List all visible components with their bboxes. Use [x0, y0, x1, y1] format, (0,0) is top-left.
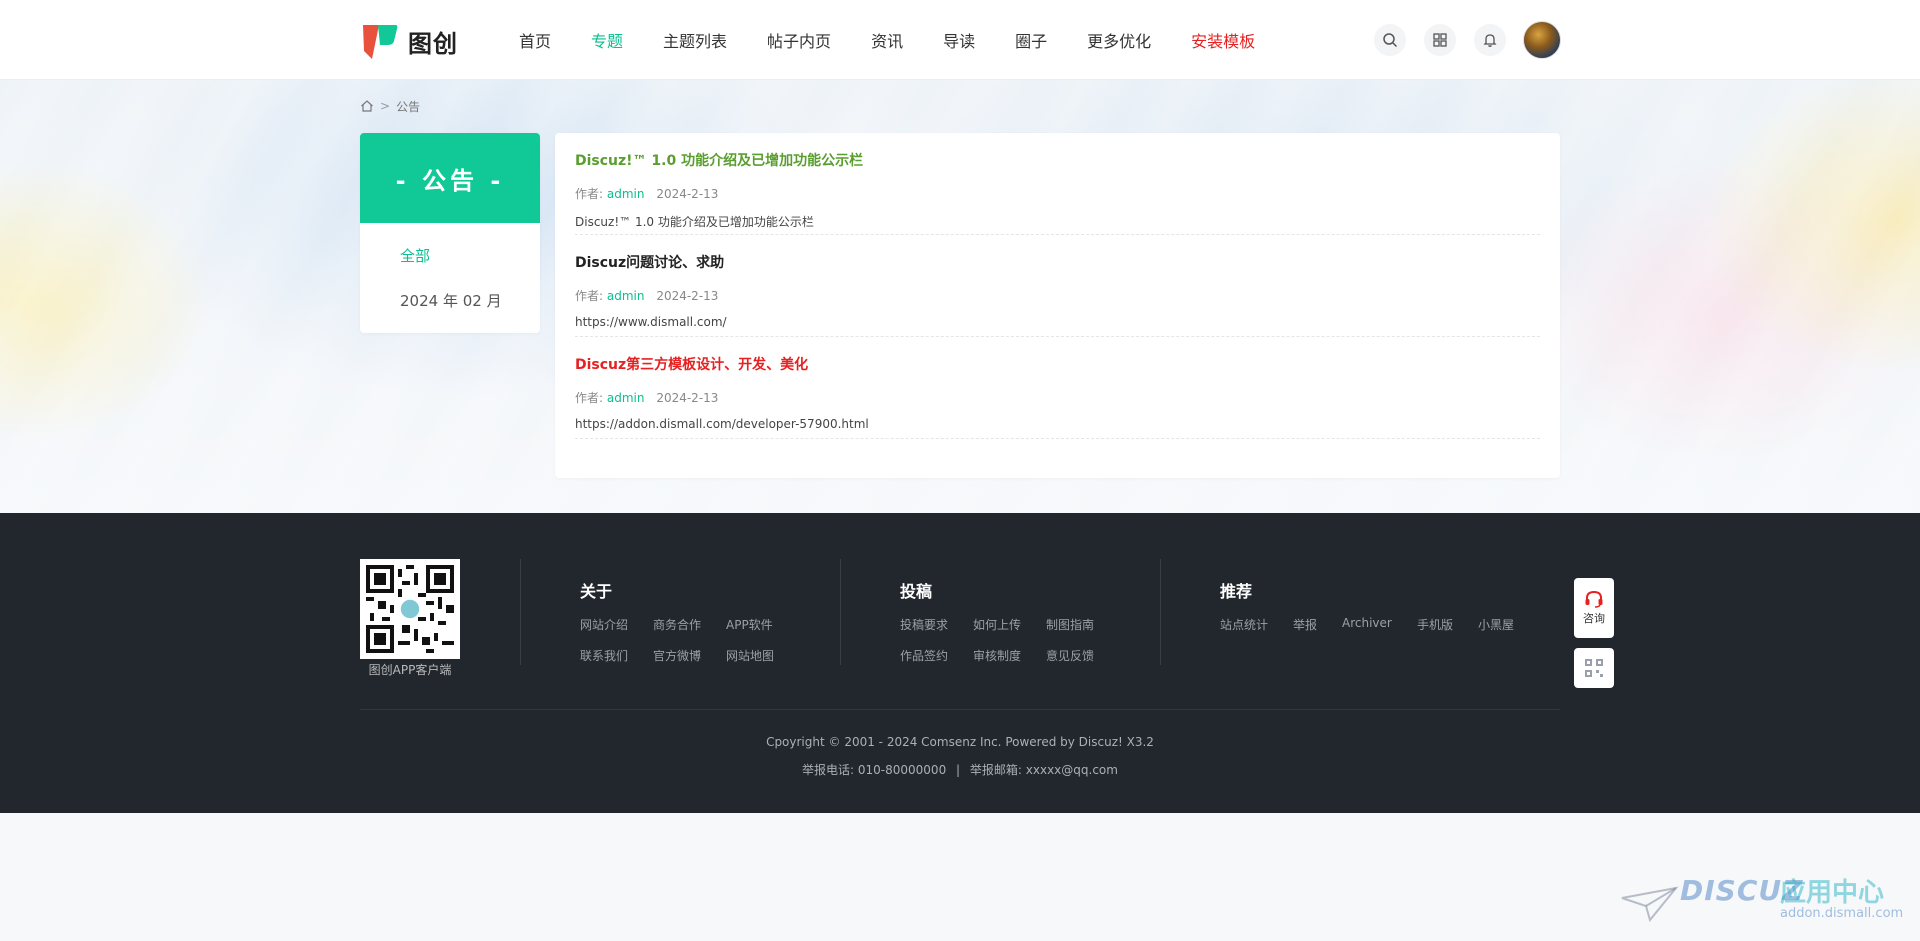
- bell-icon: [1483, 34, 1497, 47]
- user-avatar[interactable]: [1523, 21, 1561, 59]
- report-email: 举报邮箱: xxxxx@qq.com: [969, 763, 1118, 777]
- search-button[interactable]: [1374, 24, 1406, 56]
- footer-submit-title: 投稿: [900, 582, 933, 601]
- nav-install-template[interactable]: 安装模板: [1191, 28, 1255, 52]
- watermark-cn: 应用中心: [1780, 878, 1885, 908]
- nav-news[interactable]: 资讯: [871, 28, 903, 52]
- footer-link[interactable]: 举报: [1293, 616, 1317, 633]
- footer-link[interactable]: APP软件: [726, 616, 773, 633]
- qrcode-icon: [366, 565, 454, 653]
- breadcrumb-separator: >: [380, 99, 391, 113]
- consult-label: 咨询: [1583, 612, 1605, 625]
- footer-link[interactable]: 网站地图: [726, 647, 774, 664]
- nav-thread-list[interactable]: 主题列表: [663, 28, 727, 52]
- paper-plane-icon: [1621, 886, 1679, 923]
- headset-icon: [1585, 590, 1603, 608]
- list-item: Discuz第三方模板设计、开发、美化 作者: admin 2024-2-13 …: [575, 337, 1540, 439]
- author-link[interactable]: admin: [607, 391, 645, 405]
- announcement-sidebar: - 公告 - 全部 2024 年 02 月: [360, 133, 540, 333]
- app-qr-code: [360, 559, 460, 659]
- nav-topics[interactable]: 专题: [591, 28, 623, 52]
- footer-recommend-title: 推荐: [1220, 582, 1253, 601]
- post-date: 2024-2-13: [656, 391, 719, 405]
- site-logo[interactable]: 图创: [360, 20, 458, 62]
- main-nav: 首页 专题 主题列表 帖子内页 资讯 导读 圈子 更多优化 安装模板: [519, 0, 1295, 80]
- footer-link[interactable]: Archiver: [1342, 616, 1392, 630]
- post-meta: 作者: admin 2024-2-13: [575, 287, 718, 304]
- search-icon: [1383, 33, 1398, 48]
- author-prefix: 作者:: [575, 187, 604, 201]
- footer-link[interactable]: 官方微博: [653, 647, 701, 664]
- nav-thread-page[interactable]: 帖子内页: [767, 28, 831, 52]
- sidebar-item-all[interactable]: 全部: [400, 245, 430, 266]
- post-meta: 作者: admin 2024-2-13: [575, 185, 718, 202]
- author-prefix: 作者:: [575, 391, 604, 405]
- nav-home[interactable]: 首页: [519, 28, 551, 52]
- footer-divider: [840, 559, 841, 665]
- home-icon[interactable]: [360, 99, 374, 113]
- footer-link[interactable]: 手机版: [1417, 616, 1453, 633]
- announcement-list: Discuz!™ 1.0 功能介绍及已增加功能公示栏 作者: admin 202…: [555, 133, 1560, 478]
- sidebar-item-2024-02[interactable]: 2024 年 02 月: [400, 290, 502, 311]
- sidebar-title: - 公告 -: [360, 133, 540, 223]
- footer-divider: [520, 559, 521, 665]
- footer-divider: [1160, 559, 1161, 665]
- author-link[interactable]: admin: [607, 187, 645, 201]
- report-phone: 举报电话: 010-80000000: [802, 763, 947, 777]
- footer-link[interactable]: 网站介绍: [580, 616, 628, 633]
- nav-more[interactable]: 更多优化: [1087, 28, 1151, 52]
- list-item: Discuz问题讨论、求助 作者: admin 2024-2-13 https:…: [575, 235, 1540, 337]
- copyright: Cpoyright © 2001 - 2024 Comsenz Inc. Pow…: [766, 735, 1154, 749]
- notifications-button[interactable]: [1474, 24, 1506, 56]
- qr-label: 图创APP客户端: [368, 663, 452, 677]
- footer-link[interactable]: 联系我们: [580, 647, 628, 664]
- author-prefix: 作者:: [575, 289, 604, 303]
- post-date: 2024-2-13: [656, 187, 719, 201]
- footer-link[interactable]: 作品签约: [900, 647, 948, 664]
- post-summary: https://www.dismall.com/: [575, 315, 727, 329]
- author-link[interactable]: admin: [607, 289, 645, 303]
- report-separator: |: [956, 763, 961, 777]
- nav-circle[interactable]: 圈子: [1015, 28, 1047, 52]
- footer-link[interactable]: 审核制度: [973, 647, 1021, 664]
- footer-link[interactable]: 制图指南: [1046, 616, 1094, 633]
- footer-link[interactable]: 如何上传: [973, 616, 1021, 633]
- post-date: 2024-2-13: [656, 289, 719, 303]
- logo-mark-icon: [363, 25, 398, 59]
- footer-link[interactable]: 站点统计: [1220, 616, 1268, 633]
- apps-button[interactable]: [1424, 24, 1456, 56]
- post-title-link[interactable]: Discuz!™ 1.0 功能介绍及已增加功能公示栏: [575, 150, 863, 170]
- watermark-logo: DISCUZ 应用中心 addon.dismall.com: [1620, 868, 1910, 928]
- nav-guide[interactable]: 导读: [943, 28, 975, 52]
- post-meta: 作者: admin 2024-2-13: [575, 389, 718, 406]
- breadcrumb: > 公告: [360, 98, 420, 114]
- qrcode-button[interactable]: [1574, 648, 1614, 688]
- report-contact: 举报电话: 010-80000000 | 举报邮箱: xxxxx@qq.com: [0, 761, 1920, 778]
- footer-about-title: 关于: [580, 582, 613, 601]
- post-summary: https://addon.dismall.com/developer-5790…: [575, 417, 869, 431]
- footer-link[interactable]: 投稿要求: [900, 616, 948, 633]
- footer-link[interactable]: 商务合作: [653, 616, 701, 633]
- footer-link[interactable]: 小黑屋: [1478, 616, 1514, 633]
- logo-text: 图创: [408, 29, 458, 58]
- qrcode-icon: [1585, 659, 1603, 677]
- grid-icon: [1433, 33, 1447, 47]
- footer-separator: [360, 709, 1560, 710]
- consult-button[interactable]: 咨询: [1574, 578, 1614, 638]
- list-item: Discuz!™ 1.0 功能介绍及已增加功能公示栏 作者: admin 202…: [575, 133, 1540, 235]
- post-title-link[interactable]: Discuz第三方模板设计、开发、美化: [575, 354, 808, 374]
- post-title-link[interactable]: Discuz问题讨论、求助: [575, 252, 724, 272]
- footer-link[interactable]: 意见反馈: [1046, 647, 1094, 664]
- site-header: 图创 首页 专题 主题列表 帖子内页 资讯 导读 圈子 更多优化 安装模板: [0, 0, 1920, 80]
- breadcrumb-current: 公告: [396, 99, 421, 114]
- post-summary: Discuz!™ 1.0 功能介绍及已增加功能公示栏: [575, 215, 814, 229]
- watermark-url: addon.dismall.com: [1780, 906, 1904, 921]
